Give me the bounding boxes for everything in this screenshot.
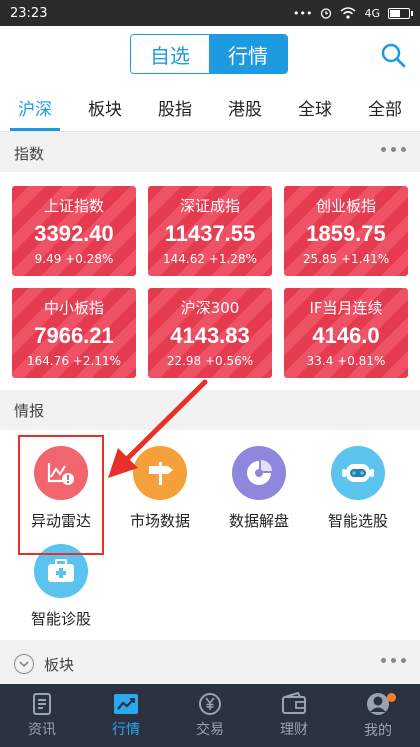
app-label: 智能选股 <box>327 512 388 530</box>
index-value: 1859.75 <box>306 221 386 246</box>
app-smart-picker[interactable]: 智能选股 <box>308 446 408 531</box>
nav-label: 行情 <box>112 722 140 738</box>
segment-watchlist[interactable]: 自选 <box>131 35 209 73</box>
signpost-icon <box>133 446 187 500</box>
board-section-title: 板块 <box>44 655 75 674</box>
index-name: 沪深300 <box>180 299 240 317</box>
app-smart-diagnosis[interactable]: 智能诊股 <box>11 544 111 629</box>
wallet-icon <box>282 692 306 714</box>
app-label: 智能诊股 <box>30 610 91 628</box>
search-icon[interactable] <box>380 42 406 68</box>
battery-icon <box>388 7 413 19</box>
nav-label: 我的 <box>364 723 392 739</box>
index-name: IF当月连续 <box>309 299 383 317</box>
index-name: 中小板指 <box>43 299 104 317</box>
segment-market[interactable]: 行情 <box>209 35 287 73</box>
nav-label: 交易 <box>196 722 224 738</box>
nav-trade[interactable]: 交易 <box>168 684 252 747</box>
more-icon[interactable] <box>381 147 406 152</box>
tab-hk-stocks[interactable]: 港股 <box>210 84 280 131</box>
tab-all[interactable]: 全部 <box>350 84 420 131</box>
index-card[interactable]: IF当月连续 4146.0 33.4 +0.81% <box>284 288 408 378</box>
index-change: 22.98 +0.56% <box>166 354 254 368</box>
nav-news[interactable]: 资讯 <box>0 684 84 747</box>
index-card[interactable]: 深证成指 11437.55 144.62 +1.28% <box>148 186 272 276</box>
index-change: 33.4 +0.81% <box>306 354 386 368</box>
index-panel: 上证指数 3392.40 9.49 +0.28% 深证成指 11437.55 1… <box>0 172 420 390</box>
notification-badge <box>387 693 396 702</box>
status-bar: 23:23 ••• 4G <box>0 0 420 26</box>
index-change: 25.85 +1.41% <box>302 252 390 266</box>
index-name: 创业板指 <box>315 197 376 215</box>
app-market-data[interactable]: 市场数据 <box>110 446 210 531</box>
status-time: 23:23 <box>10 5 48 21</box>
robot-icon <box>331 446 385 500</box>
index-card[interactable]: 创业板指 1859.75 25.85 +1.41% <box>284 186 408 276</box>
wifi-icon <box>340 7 356 19</box>
index-section-header: 指数 <box>0 133 420 173</box>
market-tabs: 沪深 板块 股指 港股 全球 全部 <box>0 84 420 132</box>
tab-index-futures[interactable]: 股指 <box>140 84 210 131</box>
news-icon <box>33 693 51 715</box>
index-value: 4143.83 <box>170 323 250 348</box>
index-card[interactable]: 沪深300 4143.83 22.98 +0.56% <box>148 288 272 378</box>
network-label: 4G <box>364 6 380 20</box>
index-change: 9.49 +0.28% <box>34 252 114 266</box>
nav-label: 资讯 <box>28 722 56 738</box>
bottom-nav: 资讯 行情 交易 理财 我的 <box>0 684 420 747</box>
chevron-down-icon[interactable] <box>14 654 34 674</box>
tab-global[interactable]: 全球 <box>280 84 350 131</box>
tab-hushen[interactable]: 沪深 <box>0 84 70 131</box>
index-section-title: 指数 <box>14 144 45 163</box>
nav-me[interactable]: 我的 <box>336 684 420 747</box>
index-name: 上证指数 <box>43 197 104 215</box>
index-value: 11437.55 <box>164 221 256 246</box>
index-value: 3392.40 <box>34 221 114 246</box>
yen-exchange-icon <box>199 693 221 715</box>
segment-control: 自选 行情 <box>130 34 288 74</box>
nav-market[interactable]: 行情 <box>84 684 168 747</box>
index-card[interactable]: 中小板指 7966.21 164.76 +2.11% <box>12 288 136 378</box>
alarm-icon <box>321 8 332 19</box>
index-name: 深证成指 <box>179 197 240 215</box>
index-change: 144.62 +1.28% <box>163 252 257 266</box>
board-section-header[interactable]: 板块 <box>0 644 420 684</box>
nav-finance[interactable]: 理财 <box>252 684 336 747</box>
info-section-title: 情报 <box>14 401 45 420</box>
trend-chart-icon <box>114 694 138 714</box>
index-change: 164.76 +2.11% <box>27 354 121 368</box>
pie-chart-icon <box>232 446 286 500</box>
more-icon[interactable] <box>381 658 406 663</box>
index-value: 7966.21 <box>34 323 114 348</box>
app-label: 数据解盘 <box>228 512 289 530</box>
app-label: 市场数据 <box>129 512 190 530</box>
info-section-header: 情报 <box>0 390 420 430</box>
top-header: 自选 行情 <box>0 26 420 84</box>
app-data-analysis[interactable]: 数据解盘 <box>209 446 309 531</box>
nav-label: 理财 <box>280 722 308 738</box>
dots-icon: ••• <box>293 6 313 20</box>
tab-sectors[interactable]: 板块 <box>70 84 140 131</box>
highlight-box <box>18 435 104 555</box>
index-card[interactable]: 上证指数 3392.40 9.49 +0.28% <box>12 186 136 276</box>
index-value: 4146.0 <box>312 323 380 348</box>
